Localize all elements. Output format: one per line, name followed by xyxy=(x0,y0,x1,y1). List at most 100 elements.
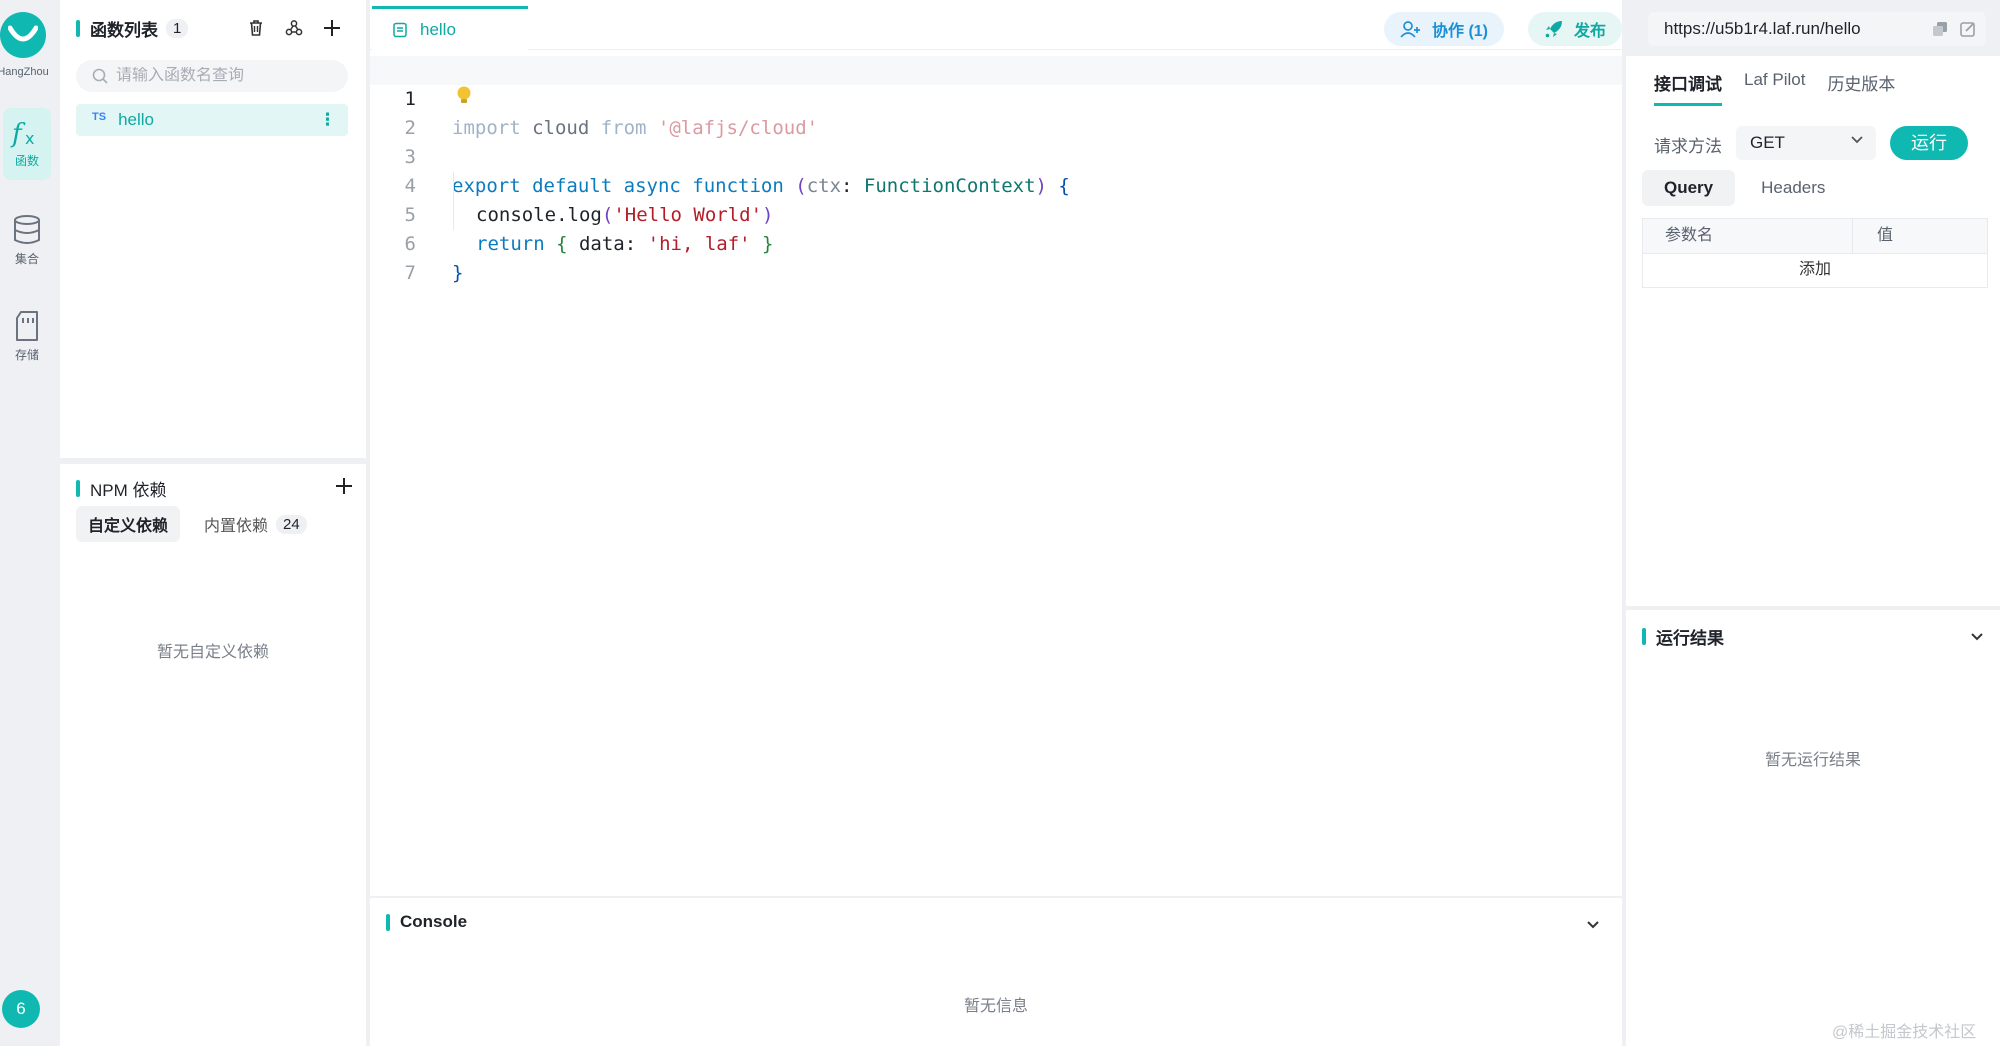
code-token: } xyxy=(452,262,464,284)
code-line: 4 console.log('Hello World') xyxy=(370,143,1622,226)
editor-tab-hello[interactable]: hello xyxy=(372,6,528,50)
function-name: hello xyxy=(118,110,154,129)
file-icon xyxy=(393,22,407,37)
plus-icon xyxy=(324,20,340,36)
collaborate-label: 协作 (1) xyxy=(1432,23,1489,40)
function-list-title: 函数列表 1 xyxy=(76,16,189,41)
run-result-panel: 运行结果 暂无运行结果 xyxy=(1626,610,2000,1046)
function-list-panel: 函数列表 1 TS hello ⋮ xyxy=(60,0,366,458)
watermark: @稀土掘金技术社区 xyxy=(1832,1024,1977,1041)
typescript-badge: TS xyxy=(92,111,107,123)
code-line: 7 xyxy=(370,230,1622,284)
svg-text:x: x xyxy=(25,129,34,148)
tab-label: 自定义依赖 xyxy=(88,518,169,535)
code-area[interactable]: 1 import cloud from '@lafjs/cloud' 2 3 e… xyxy=(370,52,1622,896)
param-name-header: 参数名 xyxy=(1643,219,1853,253)
rail-item-label: 存储 xyxy=(14,348,39,362)
rail-item-storage[interactable]: 存储 xyxy=(3,300,51,372)
request-method-select[interactable]: GET xyxy=(1736,126,1876,160)
code-line: 3 export default async function (ctx: Fu… xyxy=(370,114,1622,197)
webhook-button[interactable] xyxy=(280,14,308,42)
npm-title: NPM 依赖 xyxy=(76,476,167,501)
run-button[interactable]: 运行 xyxy=(1890,126,1968,160)
tab-api-debug[interactable]: 接口调试 xyxy=(1654,70,1722,106)
collaborate-button[interactable]: 协作 (1) xyxy=(1384,12,1505,46)
tab-custom-dependencies[interactable]: 自定义依赖 xyxy=(76,506,181,542)
users-icon xyxy=(1400,21,1420,38)
console-empty-text: 暂无信息 xyxy=(963,998,1028,1015)
function-count-badge: 1 xyxy=(166,19,189,38)
tab-builtin-dependencies[interactable]: 内置依赖 24 xyxy=(192,506,319,542)
function-search[interactable] xyxy=(76,60,348,92)
accent-bar xyxy=(76,480,80,497)
param-value-header: 值 xyxy=(1877,227,1894,244)
debug-tabs: 接口调试 Laf Pilot 历史版本 xyxy=(1654,70,1895,106)
trash-icon xyxy=(250,20,262,36)
request-method-value: GET xyxy=(1750,133,1785,152)
chevron-down-icon xyxy=(1851,136,1863,144)
console-title-text: Console xyxy=(400,912,468,931)
rocket-icon xyxy=(1545,21,1562,38)
line-number: 7 xyxy=(404,262,416,284)
console-panel: Console 暂无信息 xyxy=(370,898,1622,1046)
plus-icon xyxy=(336,478,352,494)
function-url-text: https://u5b1r4.laf.run/hello xyxy=(1664,19,1861,38)
indent-guide xyxy=(453,172,454,230)
accent-bar xyxy=(76,20,80,37)
params-header-row: 参数名 值 xyxy=(1642,218,1988,254)
tab-laf-pilot[interactable]: Laf Pilot xyxy=(1744,70,1805,106)
tab-label: 内置依赖 xyxy=(204,518,269,535)
rail-item-label: 函数 xyxy=(14,154,39,168)
chevron-down-icon[interactable] xyxy=(1586,920,1600,930)
params-table: 参数名 值 添加 xyxy=(1642,218,1988,288)
npm-dependency-panel: NPM 依赖 自定义依赖 内置依赖 24 暂无自定义依赖 xyxy=(60,464,366,1046)
api-debug-panel: 接口调试 Laf Pilot 历史版本 请求方法 GET 运行 Query He… xyxy=(1626,56,2000,606)
function-icon: fx xyxy=(10,119,34,148)
region-label: HangZhou xyxy=(0,66,49,78)
function-item-hello[interactable]: TS hello ⋮ xyxy=(76,104,348,136)
recycle-bin-button[interactable] xyxy=(242,14,270,42)
storage-icon xyxy=(16,311,38,341)
accent-bar xyxy=(386,913,390,931)
edit-icon[interactable] xyxy=(1960,21,1976,37)
tab-history-versions[interactable]: 历史版本 xyxy=(1827,70,1895,106)
code-line: 1 import cloud from '@lafjs/cloud' xyxy=(370,56,1622,139)
laf-logo-icon[interactable] xyxy=(0,12,46,58)
copy-icon[interactable] xyxy=(1932,21,1948,37)
rail-item-collections[interactable]: 集合 xyxy=(3,204,51,276)
function-url-field[interactable]: https://u5b1r4.laf.run/hello xyxy=(1648,12,1986,46)
rail-item-functions[interactable]: fx 函数 xyxy=(3,108,51,180)
builtin-count-badge: 24 xyxy=(276,514,307,534)
top-action-bar: 协作 (1) 发布 https://u5b1r4.laf.run/hello xyxy=(1324,0,2000,52)
database-icon xyxy=(14,215,40,244)
accent-bar xyxy=(1642,628,1646,645)
publish-button[interactable]: 发布 xyxy=(1528,12,1623,46)
code-line: 2 xyxy=(370,85,1622,139)
result-title: 运行结果 xyxy=(1642,624,1724,649)
search-icon xyxy=(92,68,108,84)
more-options-icon[interactable]: ⋮ xyxy=(319,110,336,130)
chevron-down-icon[interactable] xyxy=(1970,632,1984,642)
rail-item-label: 集合 xyxy=(14,252,39,266)
add-function-button[interactable] xyxy=(318,14,346,42)
tab-headers[interactable]: Headers xyxy=(1739,170,1847,206)
publish-label: 发布 xyxy=(1574,23,1607,40)
function-list-title-text: 函数列表 xyxy=(90,21,158,40)
add-dependency-button[interactable] xyxy=(330,472,358,500)
svg-text:f: f xyxy=(10,119,26,148)
add-param-button[interactable]: 添加 xyxy=(1642,254,1988,288)
param-tabs: Query Headers xyxy=(1642,170,1847,206)
code-line: 5 return { data: 'hi, laf' } xyxy=(370,172,1622,255)
request-method-label: 请求方法 xyxy=(1654,137,1722,156)
lightbulb-icon[interactable] xyxy=(456,85,472,107)
editor-tab-label: hello xyxy=(420,19,456,39)
function-search-input[interactable] xyxy=(116,67,336,85)
code-line: 6 } xyxy=(370,201,1622,284)
result-title-text: 运行结果 xyxy=(1656,629,1724,648)
notification-badge[interactable]: 6 xyxy=(2,990,40,1028)
result-empty-text: 暂无运行结果 xyxy=(1764,752,1861,769)
tab-query[interactable]: Query xyxy=(1642,170,1736,206)
npm-title-text: NPM 依赖 xyxy=(90,481,167,500)
npm-empty-text: 暂无自定义依赖 xyxy=(156,644,269,661)
nav-rail: HangZhou fx 函数 集合 存储 6 xyxy=(0,0,58,1046)
